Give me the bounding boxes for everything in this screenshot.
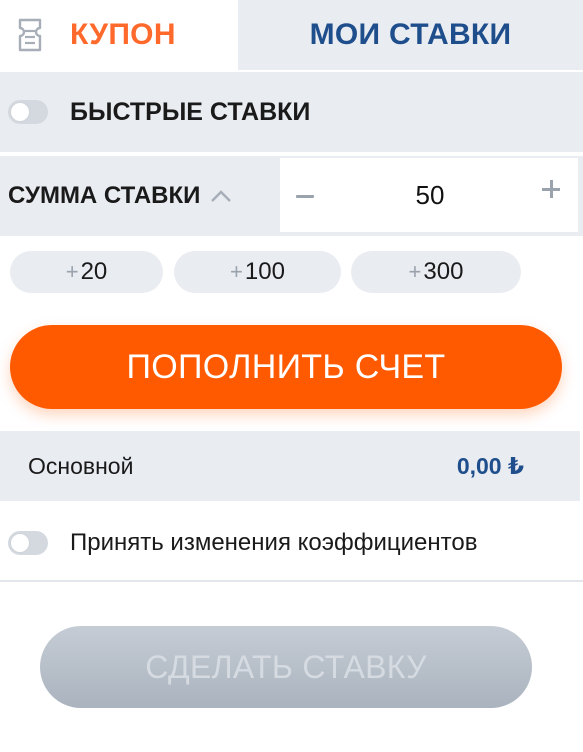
bet-slip-tabs: КУПОН МОИ СТАВКИ [0,0,583,70]
accept-odds-changes-label: Принять изменения коэффициентов [70,529,478,556]
deposit-button[interactable]: ПОПОЛНИТЬ СЧЕТ [10,325,562,409]
stake-stepper: 50 [280,158,578,232]
chip-amount: 300 [423,258,464,285]
stake-amount-input[interactable]: 50 [340,158,520,232]
quick-add-chip[interactable]: +100 [174,251,341,293]
quick-bets-label: БЫСТРЫЕ СТАВКИ [70,97,311,126]
ticket-icon [16,18,44,52]
tab-my-bets[interactable]: МОИ СТАВКИ [238,0,583,70]
balance-value: 0,00 ₺ [456,452,524,479]
tab-coupon[interactable]: КУПОН [0,0,238,70]
tab-coupon-label: КУПОН [70,18,176,51]
toggle-knob [11,534,29,552]
toggle-knob [11,103,29,121]
chevron-up-icon [210,189,232,203]
tab-my-bets-label: МОИ СТАВКИ [309,18,512,51]
chip-amount: 20 [80,258,108,285]
quick-bets-toggle[interactable] [8,100,48,124]
balance-row: Основной 0,00 ₺ [0,431,580,501]
accept-odds-changes-row: Принять изменения коэффициентов [0,506,583,582]
accept-odds-changes-toggle[interactable] [8,531,48,555]
stake-row: СУММА СТАВКИ 50 [0,156,583,236]
place-bet-button[interactable]: СДЕЛАТЬ СТАВКУ [40,626,532,708]
quick-add-chip[interactable]: +20 [10,251,163,293]
balance-label: Основной [28,452,134,479]
quick-bets-row: БЫСТРЫЕ СТАВКИ [0,72,583,152]
stake-label: СУММА СТАВКИ [8,182,201,209]
decrease-stake-button[interactable] [294,176,316,216]
quick-add-chip[interactable]: +300 [351,251,521,293]
stake-label-toggle[interactable]: СУММА СТАВКИ [0,156,278,236]
increase-stake-button[interactable] [540,178,562,200]
chip-amount: 100 [244,258,285,285]
minus-icon [296,194,314,198]
